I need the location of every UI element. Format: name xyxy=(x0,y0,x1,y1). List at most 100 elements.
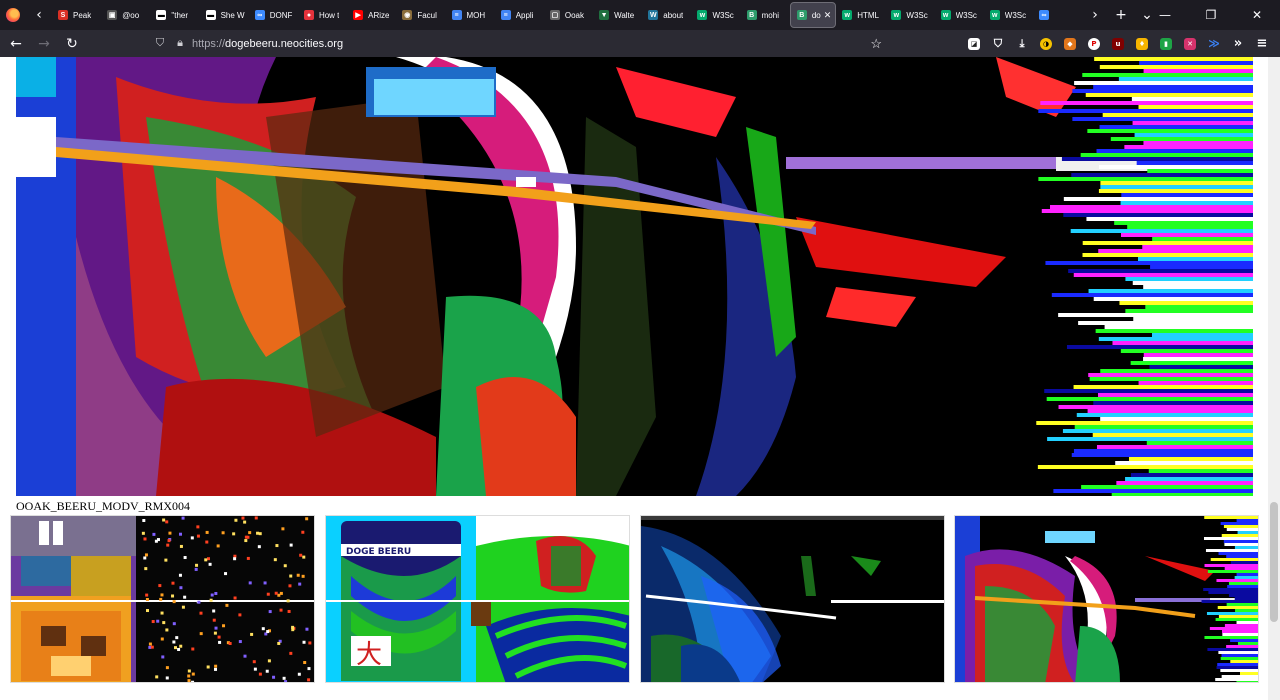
tab-label: Ooak xyxy=(564,10,584,20)
firefox-view-button[interactable] xyxy=(0,0,26,30)
arrow-left-icon[interactable]: ← xyxy=(4,32,28,56)
tab[interactable]: w W3Sc xyxy=(935,2,984,28)
tab-favicon-icon: S xyxy=(58,10,68,20)
gallery-thumbnail-2[interactable]: DOGE BEERU 大 xyxy=(325,515,630,683)
tab[interactable]: ▢ Ooak xyxy=(544,2,593,28)
tab-favicon-icon: w xyxy=(891,10,902,20)
navigation-toolbar: ← → ↻ ⛉ 🔒︎ https://dogebeeru.neocities.o… xyxy=(0,30,1280,57)
url-bar[interactable]: ⛉ 🔒︎ https://dogebeeru.neocities.org ☆ xyxy=(150,32,890,55)
tab-label: Appli xyxy=(515,10,534,20)
tab[interactable]: ● How t xyxy=(298,2,347,28)
overflow-menu-icon[interactable]: » xyxy=(1226,32,1250,56)
downloads-icon[interactable]: ⤓ xyxy=(1010,32,1034,56)
tab-favicon-icon: ● xyxy=(303,10,314,20)
svg-text:DOGE BEERU: DOGE BEERU xyxy=(346,547,411,557)
tab[interactable]: ▶ ARize xyxy=(347,2,396,28)
star-icon[interactable]: ☆ xyxy=(870,36,882,52)
hero-glitch-image xyxy=(16,57,1253,496)
gallery-thumbnail-4[interactable] xyxy=(954,515,1259,683)
tab-favicon-icon: w xyxy=(842,10,853,20)
extension-icon[interactable]: ♦ xyxy=(1130,32,1154,56)
tab-favicon-icon: ▬ xyxy=(156,10,167,20)
tab-scroll-left-button[interactable]: ‹ xyxy=(26,0,52,30)
firefox-logo-icon xyxy=(6,8,20,22)
tab[interactable]: ▣ @oo xyxy=(101,2,150,28)
tab[interactable]: ∞ xyxy=(1033,2,1082,28)
shield-icon[interactable]: ⛉ xyxy=(150,37,170,50)
page-viewport: OOAK_BEERU_MODV_RMX004 DOGE BEERU 大 xyxy=(0,57,1268,700)
tab-label: Peak xyxy=(73,10,92,20)
tab-favicon-icon: ▢ xyxy=(549,10,560,20)
tab[interactable]: ◉ Facul xyxy=(396,2,445,28)
close-window-button[interactable]: ✕ xyxy=(1234,0,1280,30)
tab[interactable]: ≡ MOH xyxy=(446,2,495,28)
tab[interactable]: ▬ She W xyxy=(200,2,249,28)
close-tab-icon[interactable]: ✕ xyxy=(824,10,832,21)
url-host: dogebeeru.neocities.org xyxy=(225,37,344,50)
tab-list: S Peak ▣ @oo ▬ "ther ▬ She W ∞ DONF ● How t ▶ ARize ◉ F… xyxy=(52,0,1082,30)
extension-icon[interactable]: ◪ xyxy=(962,32,986,56)
tab-label: W3Sc xyxy=(1004,10,1027,20)
reload-icon[interactable]: ↻ xyxy=(60,32,84,56)
page-scrollbar[interactable] xyxy=(1268,57,1280,700)
tab-favicon-icon: ≡ xyxy=(451,10,462,20)
hamburger-menu-icon[interactable]: ≡ xyxy=(1250,32,1274,56)
svg-text:大: 大 xyxy=(356,640,382,670)
tab[interactable]: ∞ DONF xyxy=(249,2,298,28)
tab-label: DONF xyxy=(269,10,293,20)
metamask-icon[interactable]: ◆ xyxy=(1058,32,1082,56)
tab[interactable]: w W3Sc xyxy=(885,2,934,28)
tab-label: W3Sc xyxy=(906,10,928,20)
extension-icon[interactable]: ✕ xyxy=(1178,32,1202,56)
tab[interactable]: w W3Sc xyxy=(984,2,1033,28)
tab[interactable]: w W3Sc xyxy=(691,2,740,28)
pocket-icon[interactable]: ⛉ xyxy=(986,32,1010,56)
tab[interactable]: S Peak xyxy=(52,2,101,28)
gallery-thumbnail-3[interactable] xyxy=(640,515,945,683)
tab-favicon-icon: ∞ xyxy=(1038,10,1049,20)
extension-icon[interactable]: ≫ xyxy=(1202,32,1226,56)
lock-icon[interactable]: 🔒︎ xyxy=(170,37,190,50)
ublock-icon[interactable]: u xyxy=(1106,32,1130,56)
arrow-right-icon[interactable]: → xyxy=(32,32,56,56)
tab-label: "ther xyxy=(171,10,188,20)
tab-strip: ‹ S Peak ▣ @oo ▬ "ther ▬ She W ∞ DONF ● How t ▶ ARize… xyxy=(0,0,1280,30)
extensions-area: ◪ ⛉ ⤓ ◑ ◆ P u ♦ ▮ ✕ ≫ » ≡ xyxy=(962,30,1274,57)
tab-favicon-icon: ▶ xyxy=(353,10,364,20)
tab-scroll-right-button[interactable]: › xyxy=(1082,0,1108,30)
tab-label: ARize xyxy=(368,10,390,20)
tab-active[interactable]: Bdo ✕ xyxy=(789,2,837,28)
tab-favicon-icon: B xyxy=(796,10,807,20)
tab-label: How t xyxy=(318,10,340,20)
extension-icon[interactable]: P xyxy=(1082,32,1106,56)
new-tab-button[interactable]: + xyxy=(1108,0,1134,30)
tab-favicon-icon: B xyxy=(746,10,757,20)
tab-favicon-icon: ∞ xyxy=(254,10,265,20)
tab-favicon-icon: ▬ xyxy=(205,10,216,20)
tab-favicon-icon: w xyxy=(940,10,951,20)
scrollbar-thumb[interactable] xyxy=(1270,502,1278,622)
tab[interactable]: ▼ Walte xyxy=(593,2,642,28)
tab[interactable]: w HTML xyxy=(836,2,885,28)
thumbnail-gallery: DOGE BEERU 大 xyxy=(10,515,1260,685)
minimize-button[interactable]: — xyxy=(1142,0,1188,30)
url-scheme: https:// xyxy=(192,37,226,50)
tab[interactable]: Bmohi xyxy=(741,2,790,28)
tab-label: mohi xyxy=(761,10,779,20)
tab-label: MOH xyxy=(466,10,486,20)
tab[interactable]: ≡ Appli xyxy=(495,2,544,28)
extension-icon[interactable]: ▮ xyxy=(1154,32,1178,56)
tab[interactable]: Wabout xyxy=(642,2,691,28)
tab-label: HTML xyxy=(857,10,879,20)
tab-favicon-icon: w xyxy=(989,10,1000,20)
tab-favicon-icon: ▼ xyxy=(599,10,610,20)
restore-button[interactable]: ❐ xyxy=(1188,0,1234,30)
tab-favicon-icon: w xyxy=(697,10,708,20)
tab-label: Facul xyxy=(417,10,437,20)
extension-icon[interactable]: ◑ xyxy=(1034,32,1058,56)
image-caption: OOAK_BEERU_MODV_RMX004 xyxy=(16,499,191,513)
tab-label: W3Sc xyxy=(955,10,977,20)
tab-favicon-icon: ◉ xyxy=(402,10,413,20)
gallery-thumbnail-1[interactable] xyxy=(10,515,315,683)
tab[interactable]: ▬ "ther xyxy=(150,2,199,28)
